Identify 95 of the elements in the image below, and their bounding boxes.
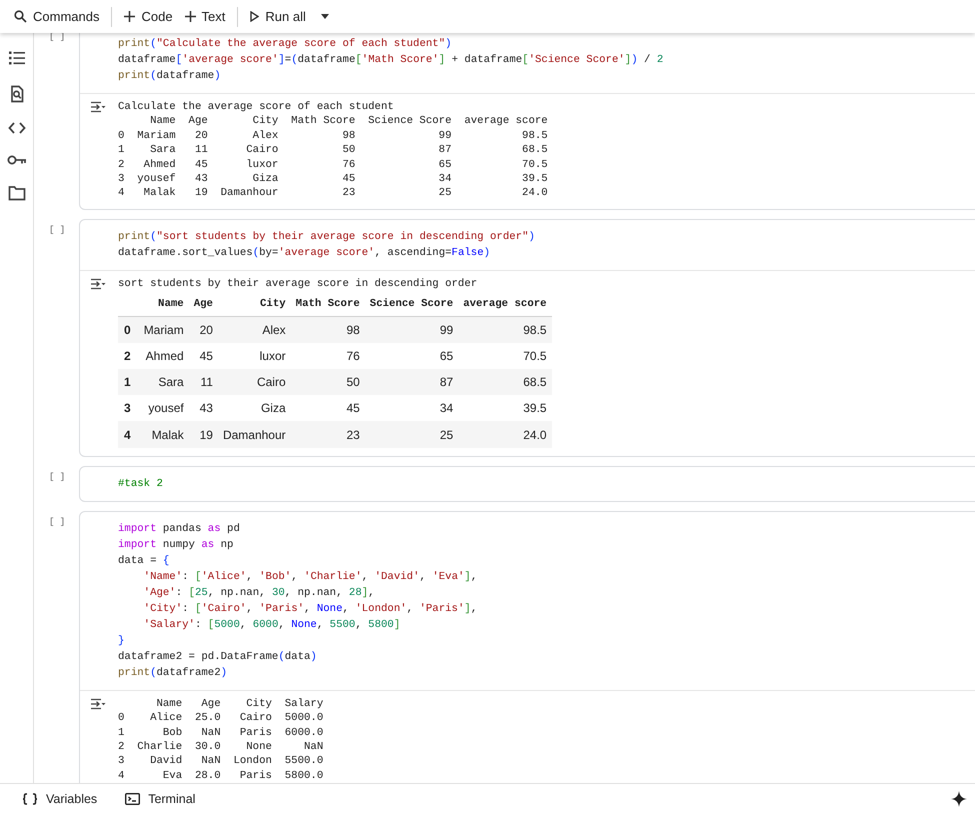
code-line: 'Age': [25, np.nan, 30, np.nan, 28],: [142, 586, 375, 601]
output-line: 3 David NaN London 5500.0: [118, 754, 324, 769]
column-header: Name: [138, 292, 189, 316]
code-line: 'City': ['Cairo', 'Paris', None, 'London', 'Paris'],: [142, 602, 478, 617]
table-cell: 99: [364, 316, 458, 343]
table-cell: Giza: [218, 395, 291, 422]
table-cell: yousef: [138, 395, 189, 422]
output-line: 2 Ahmed 45 luxor 76 65 70.5: [118, 158, 548, 172]
terminal-button[interactable]: Terminal: [125, 790, 196, 808]
sparkle-icon[interactable]: [951, 791, 967, 807]
braces-icon: [22, 793, 38, 805]
column-header: Math Score: [290, 292, 365, 316]
table-cell: 50: [290, 368, 365, 396]
code-line: print(dataframe): [118, 69, 221, 84]
folder-icon[interactable]: [8, 185, 26, 201]
row-index: 0: [118, 316, 139, 343]
run-all-button[interactable]: Run all: [246, 4, 310, 30]
plus-icon: [184, 11, 196, 22]
table-cell: 11: [188, 368, 218, 396]
table-cell: 25: [364, 421, 458, 448]
variables-button[interactable]: Variables: [22, 790, 98, 808]
row-index: 2: [118, 342, 139, 369]
table-cell: 39.5: [458, 395, 552, 422]
column-header: Age: [188, 292, 218, 316]
row-index: 4: [118, 421, 139, 448]
output-line: 4 Malak 19 Damanhour 23 25 24.0: [118, 186, 548, 201]
code-line: print("Calculate the average score of each student"): [118, 37, 452, 52]
table-cell: luxor: [218, 342, 291, 369]
code-icon[interactable]: [8, 121, 26, 135]
output-toggle-icon[interactable]: [90, 101, 106, 113]
code-line: 'Name': ['Alice', 'Bob', 'Charlie', 'David', 'Eva'],: [142, 570, 478, 585]
add-button[interactable]: Code: [120, 4, 177, 30]
output-line: Calculate the average score of each student: [118, 100, 394, 114]
table-cell: 45: [290, 395, 365, 422]
output-line: 4 Eva 28.0 Paris 5800.0: [118, 768, 324, 783]
table-cell: 98: [290, 316, 365, 343]
play-icon: [250, 11, 260, 22]
table-cell: 45: [188, 342, 218, 369]
table-cell: Sara: [138, 368, 189, 396]
code-line: dataframe.sort_values(by='average score', ascending=False): [118, 246, 490, 261]
table-cell: 19: [188, 421, 218, 448]
add-button[interactable]: Text: [180, 4, 230, 30]
output-line: 1 Sara 11 Cairo 50 87 68.5: [118, 143, 548, 158]
column-header: City: [218, 292, 291, 316]
code-line: import pandas as pd: [118, 522, 240, 537]
run-cell-marker[interactable]: [ ]: [49, 516, 66, 528]
output-toggle-icon[interactable]: [90, 698, 106, 710]
column-header: Science Score: [364, 292, 458, 316]
run-cell-marker[interactable]: [ ]: [49, 470, 66, 483]
code-line: import numpy as np: [118, 538, 234, 553]
code-line: #task 2: [118, 476, 163, 492]
table-cell: Mariam: [138, 316, 189, 343]
table-cell: 23: [290, 421, 365, 448]
output-line: sort students by their average score in descending order: [118, 276, 478, 292]
table-cell: 68.5: [458, 368, 552, 396]
table-cell: 70.5: [458, 342, 552, 369]
table-of-contents-icon[interactable]: [8, 49, 26, 67]
table-cell: Damanhour: [218, 421, 291, 448]
table-cell: Cairo: [218, 368, 291, 396]
table-cell: 34: [364, 395, 458, 422]
row-index: 1: [118, 368, 139, 396]
table-cell: 43: [188, 395, 218, 422]
code-line: dataframe['average score']=(dataframe['Math Score'] + dataframe['Science Score']) / 2: [118, 53, 664, 68]
row-index: 3: [118, 395, 139, 422]
table-cell: Ahmed: [138, 342, 189, 369]
output-line: 1 Bob NaN Paris 6000.0: [118, 726, 324, 740]
key-icon[interactable]: [6, 153, 26, 167]
code-line: print("sort students by their average score in descending order"): [118, 230, 535, 245]
output-line: 0 Mariam 20 Alex 98 99 98.5: [118, 128, 548, 144]
column-header: average score: [458, 292, 552, 316]
table-cell: 98.5: [458, 316, 552, 343]
table-cell: 65: [364, 342, 458, 369]
commands-button[interactable]: Commands: [10, 4, 104, 30]
code-line: dataframe2 = pd.DataFrame(data): [118, 650, 317, 665]
output-line: 2 Charlie 30.0 None NaN: [118, 740, 324, 754]
output-line: Name Age City Salary: [155, 696, 324, 712]
code-line: }: [118, 634, 124, 649]
output-line: 3 yousef 43 Giza 45 34 39.5: [118, 172, 548, 186]
terminal-icon: [125, 793, 140, 805]
code-line: data = {: [118, 554, 170, 569]
output-line: 0 Alice 25.0 Cairo 5000.0: [118, 711, 324, 726]
output-toggle-icon[interactable]: [90, 278, 106, 290]
table-cell: 87: [364, 368, 458, 396]
run-cell-marker[interactable]: [ ]: [49, 224, 66, 236]
output-line: Name Age City Math Score Science Score average score: [149, 114, 548, 129]
search-icon: [14, 10, 27, 23]
code-line: print(dataframe2): [118, 666, 228, 681]
table-cell: 24.0: [458, 421, 552, 448]
table-cell: Alex: [218, 316, 291, 343]
table-cell: 20: [188, 316, 218, 343]
plus-icon: [124, 11, 136, 22]
caret-icon: [320, 14, 329, 19]
table-cell: Malak: [138, 421, 189, 448]
code-line: 'Salary': [5000, 6000, None, 5500, 5800]: [142, 618, 400, 633]
table-cell: 76: [290, 342, 365, 369]
